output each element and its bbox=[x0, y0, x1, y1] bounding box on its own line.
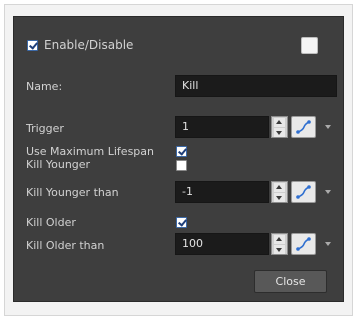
kill-older-than-input[interactable]: 100 bbox=[175, 233, 269, 255]
name-input[interactable]: Kill bbox=[175, 75, 337, 97]
color-swatch-box[interactable] bbox=[301, 37, 318, 54]
spinner-up-arrow-icon[interactable] bbox=[274, 235, 285, 244]
trigger-function-button[interactable] bbox=[291, 116, 316, 138]
kill-older-than-spinner[interactable] bbox=[271, 233, 288, 255]
function-curve-icon bbox=[296, 237, 311, 251]
spinner-up-arrow-icon[interactable] bbox=[274, 118, 285, 127]
function-curve-icon bbox=[296, 120, 311, 134]
kill-younger-than-spinner[interactable] bbox=[271, 181, 288, 203]
kill-older-label: Kill Older bbox=[26, 216, 76, 229]
name-label: Name: bbox=[26, 80, 63, 93]
kill-younger-than-function-button[interactable] bbox=[291, 181, 316, 203]
function-curve-icon bbox=[296, 185, 311, 199]
kill-younger-checkbox[interactable] bbox=[176, 160, 187, 171]
close-button[interactable]: Close bbox=[254, 270, 327, 293]
trigger-label: Trigger bbox=[26, 122, 64, 135]
trigger-spinner[interactable] bbox=[271, 116, 288, 138]
enable-disable-checkbox[interactable] bbox=[27, 40, 38, 51]
trigger-input[interactable]: 1 bbox=[175, 116, 269, 138]
kill-younger-label: Kill Younger bbox=[26, 158, 91, 171]
kill-younger-than-input[interactable]: -1 bbox=[175, 181, 269, 203]
chevron-down-icon[interactable] bbox=[325, 242, 331, 246]
use-max-lifespan-checkbox[interactable] bbox=[176, 146, 187, 157]
spinner-down-arrow-icon[interactable] bbox=[274, 128, 285, 137]
use-max-lifespan-label: Use Maximum Lifespan bbox=[26, 145, 154, 158]
kill-younger-than-label: Kill Younger than bbox=[26, 186, 119, 199]
chevron-down-icon[interactable] bbox=[325, 125, 331, 129]
kill-older-than-function-button[interactable] bbox=[291, 233, 316, 255]
spinner-up-arrow-icon[interactable] bbox=[274, 183, 285, 192]
kill-older-than-label: Kill Older than bbox=[26, 239, 105, 252]
kill-older-checkbox[interactable] bbox=[176, 217, 187, 228]
spinner-down-arrow-icon[interactable] bbox=[274, 245, 285, 254]
spinner-down-arrow-icon[interactable] bbox=[274, 193, 285, 202]
enable-disable-label: Enable/Disable bbox=[44, 38, 134, 52]
chevron-down-icon[interactable] bbox=[325, 190, 331, 194]
